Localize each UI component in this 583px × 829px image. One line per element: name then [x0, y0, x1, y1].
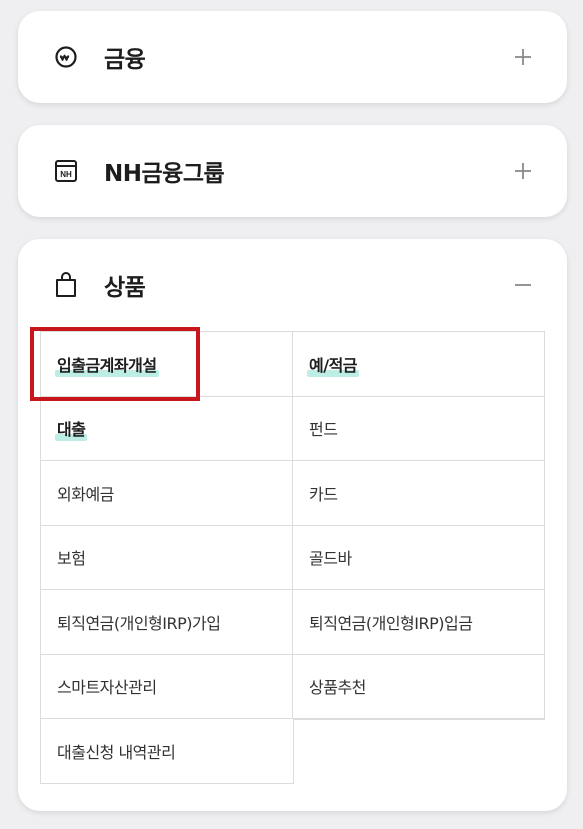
grid-row: 퇴직연금(개인형IRP)가입 퇴직연금(개인형IRP)입금 — [41, 590, 545, 655]
nh-box-icon: NH — [54, 159, 78, 183]
product-card[interactable]: 카드 — [293, 461, 545, 526]
grid-row: 스마트자산관리 상품추천 — [41, 654, 545, 719]
product-label: 외화예금 — [57, 484, 114, 504]
products-grid: 입출금계좌개설 예/적금 대출 펀드 외화예금 카드 보험 골드바 퇴직연금(개… — [40, 331, 545, 784]
products-section: 상품 입출금계좌개설 예/적금 대출 펀드 외화예금 카드 보험 골드바 퇴직연… — [18, 239, 567, 811]
product-savings[interactable]: 예/적금 — [293, 332, 545, 397]
svg-text:NH: NH — [60, 170, 72, 179]
product-label: 예/적금 — [306, 352, 360, 377]
grid-row: 보험 골드바 — [41, 525, 545, 590]
currency-won-icon — [54, 45, 78, 69]
product-label: 스마트자산관리 — [57, 678, 157, 698]
product-label: 상품추천 — [309, 678, 366, 698]
collapse-icon[interactable] — [511, 273, 535, 297]
product-loan[interactable]: 대출 — [41, 396, 293, 461]
products-title: 상품 — [104, 275, 146, 301]
product-label: 퇴직연금(개인형IRP)가입 — [57, 613, 221, 633]
product-label: 입출금계좌개설 — [55, 352, 159, 377]
nh-group-title: NH금융그룹 — [104, 161, 225, 187]
product-fund[interactable]: 펀드 — [293, 396, 545, 461]
product-foreign-deposit[interactable]: 외화예금 — [41, 461, 293, 526]
grid-row: 대출신청 내역관리 — [41, 719, 545, 784]
product-label: 보험 — [57, 549, 86, 569]
expand-icon[interactable] — [511, 159, 535, 183]
product-deposit-account-open[interactable]: 입출금계좌개설 — [41, 332, 293, 397]
shopping-bag-icon — [54, 272, 78, 297]
product-smart-asset[interactable]: 스마트자산관리 — [41, 654, 293, 719]
nh-group-header[interactable]: NH NH금융그룹 — [18, 125, 567, 217]
product-insurance[interactable]: 보험 — [41, 525, 293, 590]
finance-header[interactable]: 금융 — [18, 11, 567, 103]
product-label: 대출 — [54, 416, 88, 442]
product-label: 골드바 — [309, 549, 352, 569]
product-irp-join[interactable]: 퇴직연금(개인형IRP)가입 — [41, 590, 293, 655]
nh-group-section: NH NH금융그룹 — [18, 125, 567, 217]
grid-row: 입출금계좌개설 예/적금 — [41, 332, 545, 397]
grid-row: 외화예금 카드 — [41, 461, 545, 526]
product-loan-history[interactable]: 대출신청 내역관리 — [41, 719, 294, 784]
empty-cell — [292, 719, 545, 784]
product-recommend[interactable]: 상품추천 — [293, 654, 545, 719]
finance-section: 금융 — [18, 11, 567, 103]
product-irp-deposit[interactable]: 퇴직연금(개인형IRP)입금 — [293, 590, 545, 655]
product-label: 대출신청 내역관리 — [57, 742, 176, 762]
product-label: 카드 — [309, 484, 338, 504]
grid-row: 대출 펀드 — [41, 396, 545, 461]
products-header[interactable]: 상품 — [18, 239, 567, 331]
product-label: 퇴직연금(개인형IRP)입금 — [309, 613, 473, 633]
product-gold-bar[interactable]: 골드바 — [293, 525, 545, 590]
finance-title: 금융 — [104, 47, 146, 73]
product-label: 펀드 — [309, 420, 338, 440]
expand-icon[interactable] — [511, 45, 535, 69]
